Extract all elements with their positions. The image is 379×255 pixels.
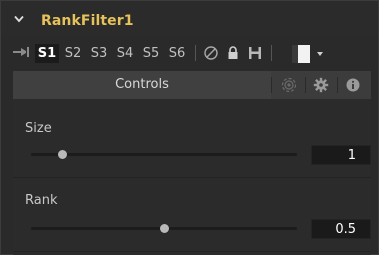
pin-icon[interactable]	[13, 46, 31, 58]
lock-icon[interactable]	[225, 45, 241, 61]
rank-value-field[interactable]: 0.5	[311, 219, 371, 239]
size-value-field[interactable]: 1	[311, 145, 371, 165]
rank-label: Rank	[25, 193, 58, 208]
disable-icon[interactable]	[203, 45, 219, 61]
view-tab-s5[interactable]: S5	[139, 44, 163, 63]
inspector-panel: RankFilter1 S1 S2 S3 S4 S5 S6 Controls S…	[0, 0, 379, 255]
node-toolbar: S1 S2 S3 S4 S5 S6	[1, 38, 378, 64]
collapse-arrow-icon[interactable]	[14, 15, 24, 23]
control-divider	[13, 251, 371, 252]
size-label: Size	[25, 121, 52, 136]
view-tab-s6[interactable]: S6	[165, 44, 189, 63]
dropdown-arrow-icon	[317, 52, 323, 56]
save-icon[interactable]	[247, 45, 263, 61]
info-icon[interactable]	[345, 77, 361, 93]
gear-icon[interactable]	[313, 77, 329, 93]
view-tab-s4[interactable]: S4	[113, 44, 137, 63]
node-title: RankFilter1	[41, 13, 134, 29]
view-tab-s1[interactable]: S1	[35, 44, 59, 63]
radio-waves-icon[interactable]	[281, 77, 297, 93]
tab-bar: Controls	[13, 71, 371, 99]
color-swatch-icon	[292, 45, 323, 63]
control-divider	[13, 177, 371, 178]
view-tab-s3[interactable]: S3	[87, 44, 111, 63]
tab-divider	[337, 77, 338, 93]
node-header[interactable]: RankFilter1	[1, 1, 378, 35]
tab-controls[interactable]: Controls	[13, 71, 271, 99]
color-swatch-button[interactable]	[292, 43, 332, 64]
rank-slider-handle[interactable]	[159, 224, 169, 233]
toolbar-divider	[271, 45, 272, 61]
size-slider-track[interactable]	[31, 153, 297, 156]
toolbar-divider	[195, 45, 196, 61]
view-tab-s2[interactable]: S2	[61, 44, 85, 63]
tab-divider	[271, 77, 272, 93]
tab-divider	[305, 77, 306, 93]
